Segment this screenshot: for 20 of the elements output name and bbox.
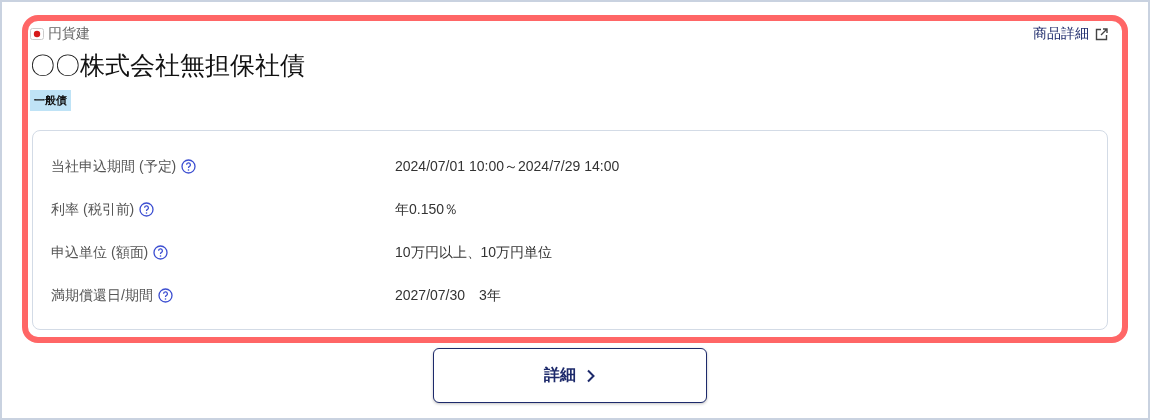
external-link-icon	[1095, 27, 1108, 41]
help-icon[interactable]	[139, 202, 155, 217]
row-value: 年0.150％	[395, 200, 459, 219]
chevron-right-icon	[586, 368, 596, 383]
row-value: 2024/07/01 10:00～2024/7/29 14:00	[395, 157, 620, 176]
row-value: 10万円以上、10万円単位	[395, 243, 553, 262]
row-label: 申込単位 (額面)	[51, 243, 149, 262]
detail-button[interactable]: 詳細	[433, 348, 707, 403]
row-value: 2027/07/30 3年	[395, 286, 501, 305]
row-label: 当社申込期間 (予定)	[51, 157, 177, 176]
currency-label: 円貨建	[48, 25, 90, 43]
row-label: 満期償還日/期間	[51, 286, 153, 305]
help-icon[interactable]	[157, 288, 173, 303]
bond-type-tag: 一般債	[30, 90, 71, 111]
flag-icon	[30, 28, 44, 40]
row-label: 利率 (税引前)	[51, 200, 135, 219]
help-icon[interactable]	[181, 159, 197, 174]
bond-title: 〇〇株式会社無担保社債	[30, 50, 306, 81]
help-icon[interactable]	[153, 245, 169, 260]
product-detail-link[interactable]: 商品詳細	[1033, 25, 1108, 43]
